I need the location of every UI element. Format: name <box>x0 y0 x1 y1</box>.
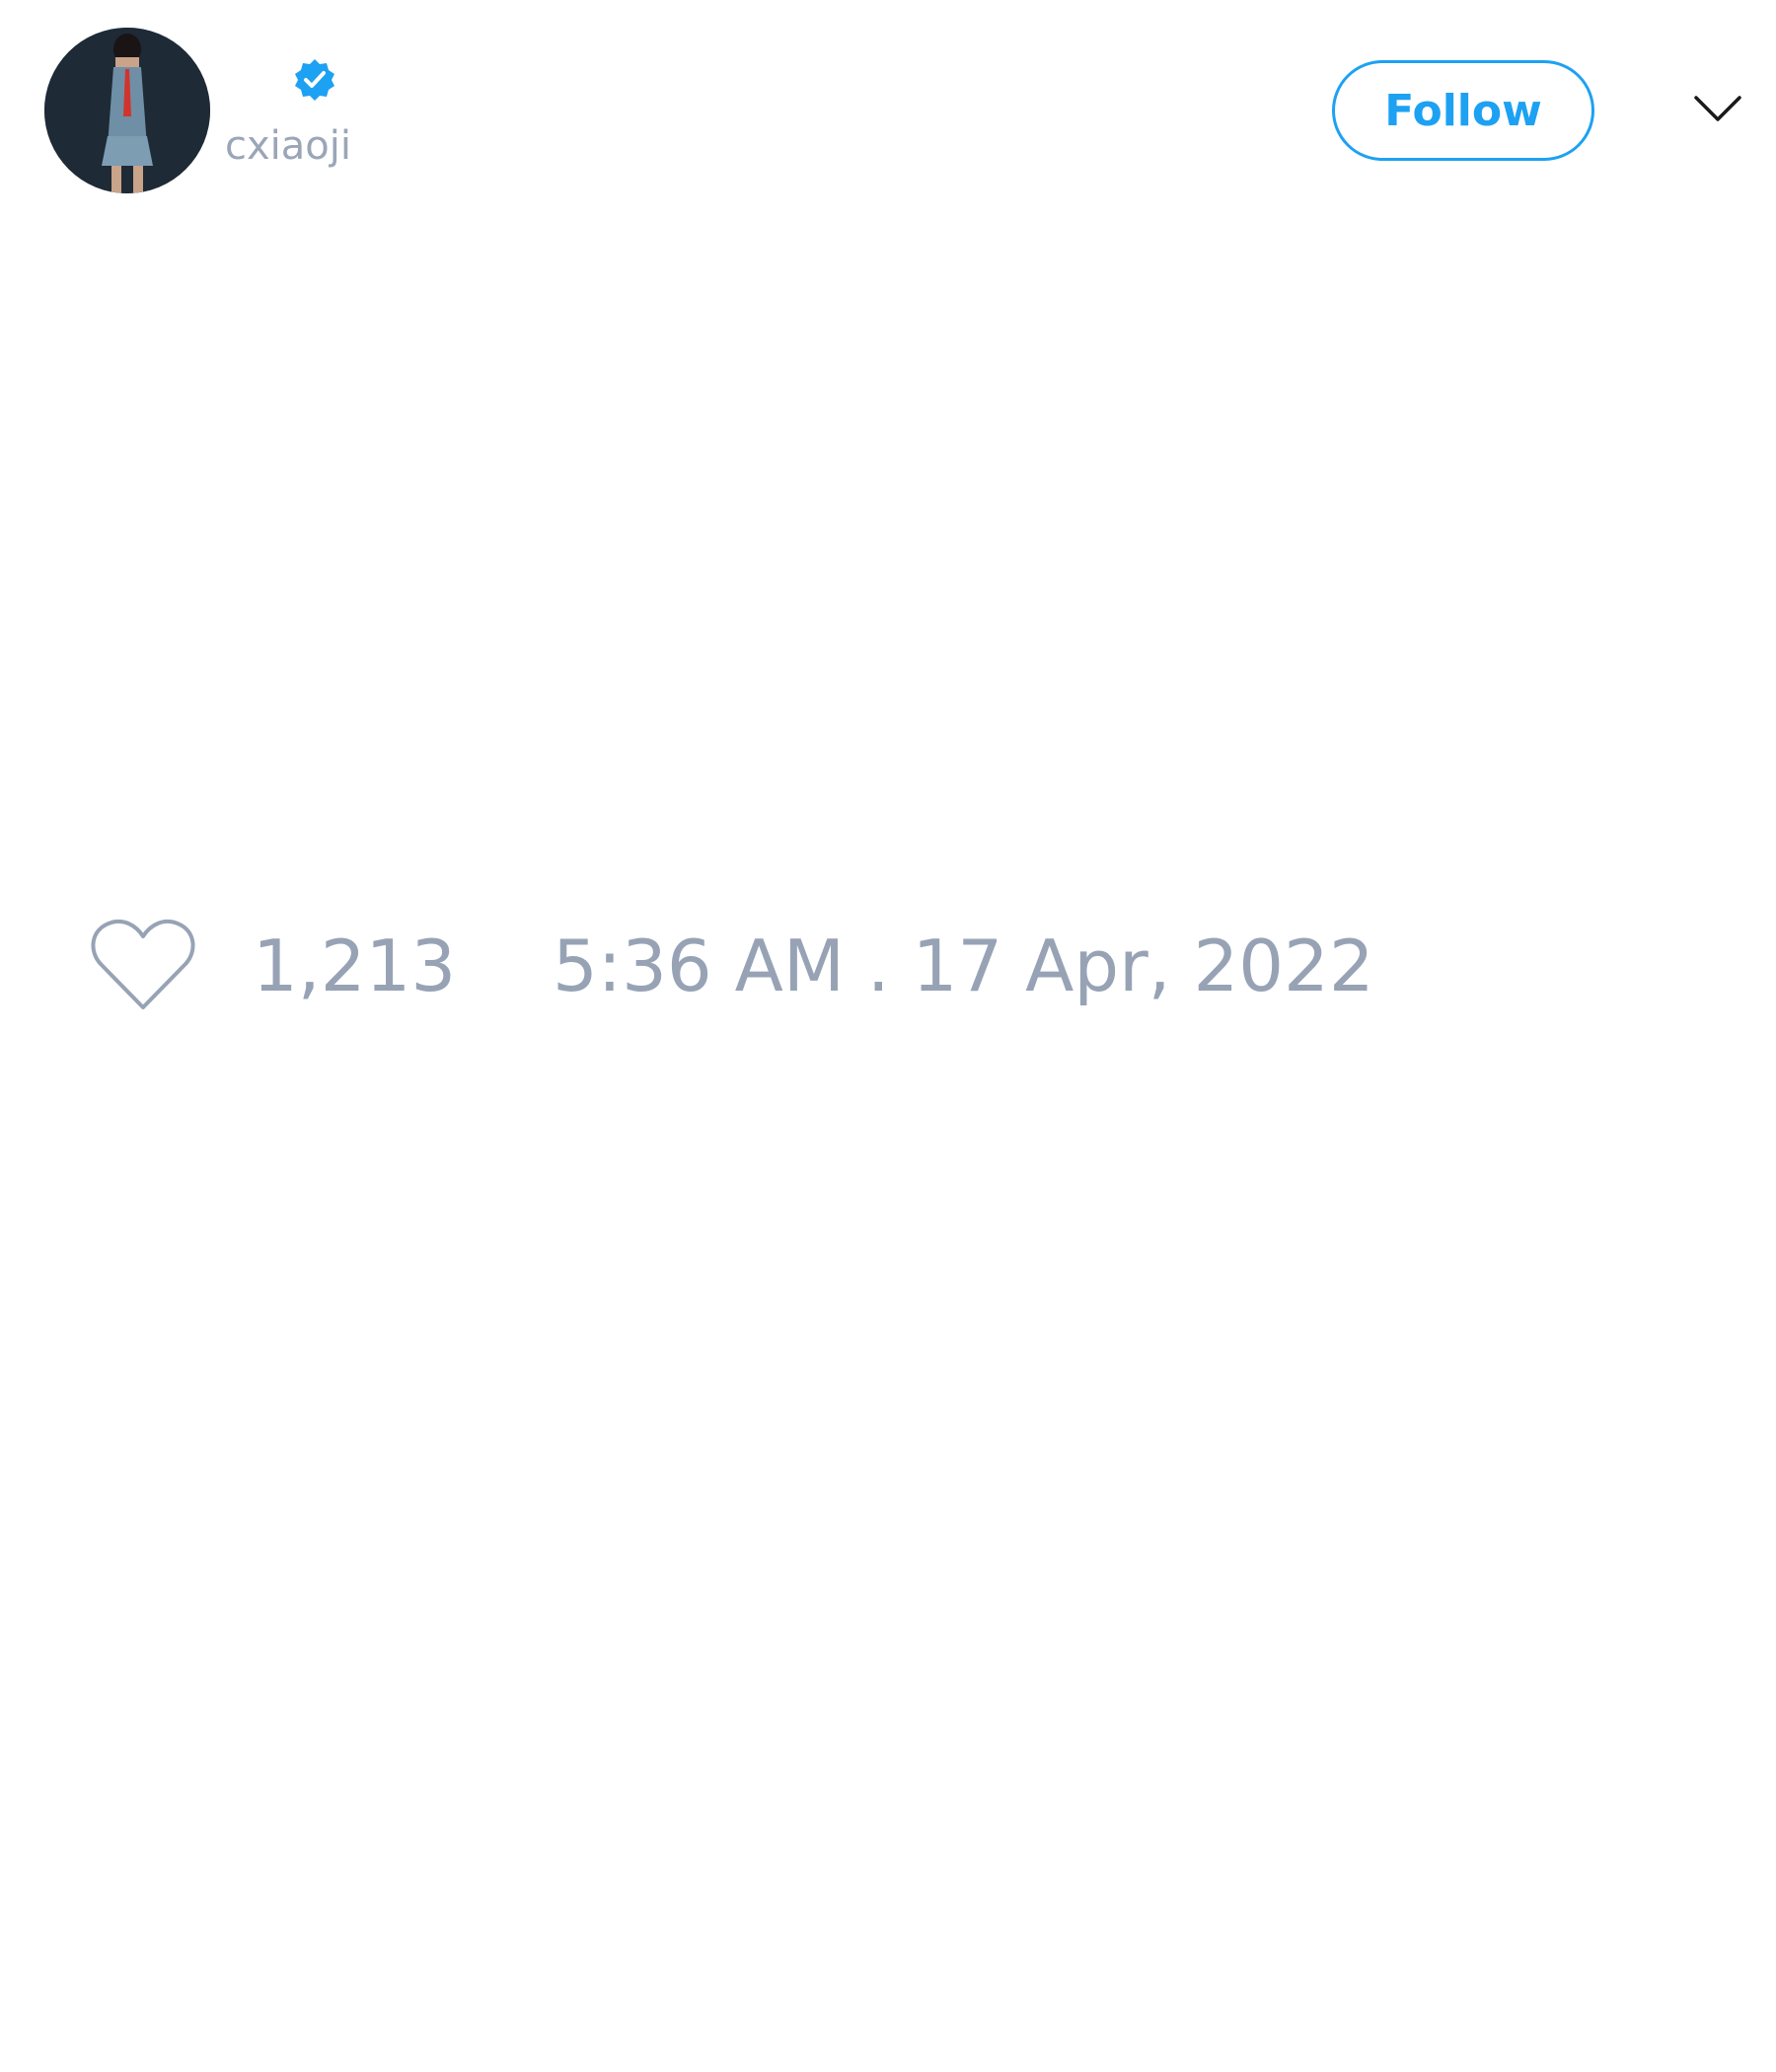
user-handle[interactable]: cxiaoji <box>225 126 351 166</box>
avatar[interactable] <box>44 28 210 193</box>
tweet-timestamp[interactable]: 5:36 AM . 17 Apr, 2022 <box>553 930 1374 1001</box>
tweet-card: cxiaoji Follow 1,213 5:36 AM . 17 Apr, 2… <box>0 0 1776 2072</box>
tweet-footer: 1,213 5:36 AM . 17 Apr, 2022 <box>0 913 1776 1021</box>
like-count: 1,213 <box>253 925 457 1007</box>
heart-icon[interactable] <box>89 917 197 1015</box>
follow-button[interactable]: Follow <box>1332 60 1594 161</box>
follow-button-label: Follow <box>1384 85 1542 136</box>
chevron-down-icon[interactable] <box>1693 94 1742 125</box>
verified-badge-icon <box>295 59 334 101</box>
avatar-photo-icon <box>44 28 210 193</box>
